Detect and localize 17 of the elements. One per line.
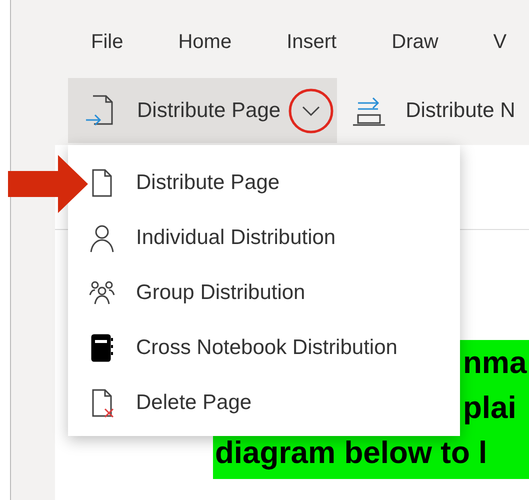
- menu-tab[interactable]: V: [493, 27, 507, 57]
- distribute-icon: [352, 94, 386, 126]
- distribute-page-split-button[interactable]: Distribute Page: [68, 78, 337, 143]
- menu-item[interactable]: Cross Notebook Distribution: [88, 320, 460, 375]
- menu-item[interactable]: Delete Page: [88, 375, 460, 430]
- ribbon-button[interactable]: Distribute N: [336, 78, 516, 143]
- highlighted-text: nma: [463, 344, 527, 382]
- menu-item[interactable]: Distribute Page: [88, 155, 460, 210]
- menu-tab[interactable]: Draw: [392, 27, 438, 57]
- highlighted-text: diagram below to l: [215, 434, 488, 472]
- circled-chevron-icon[interactable]: [286, 86, 335, 134]
- menu-item[interactable]: Individual Distribution: [88, 210, 460, 265]
- menu-tab[interactable]: File: [91, 27, 124, 57]
- menu-tab[interactable]: Home: [178, 27, 232, 57]
- highlighted-text: plai: [463, 389, 516, 427]
- menu-item[interactable]: Group Distribution: [88, 265, 460, 320]
- menu-tab[interactable]: Insert: [286, 27, 337, 57]
